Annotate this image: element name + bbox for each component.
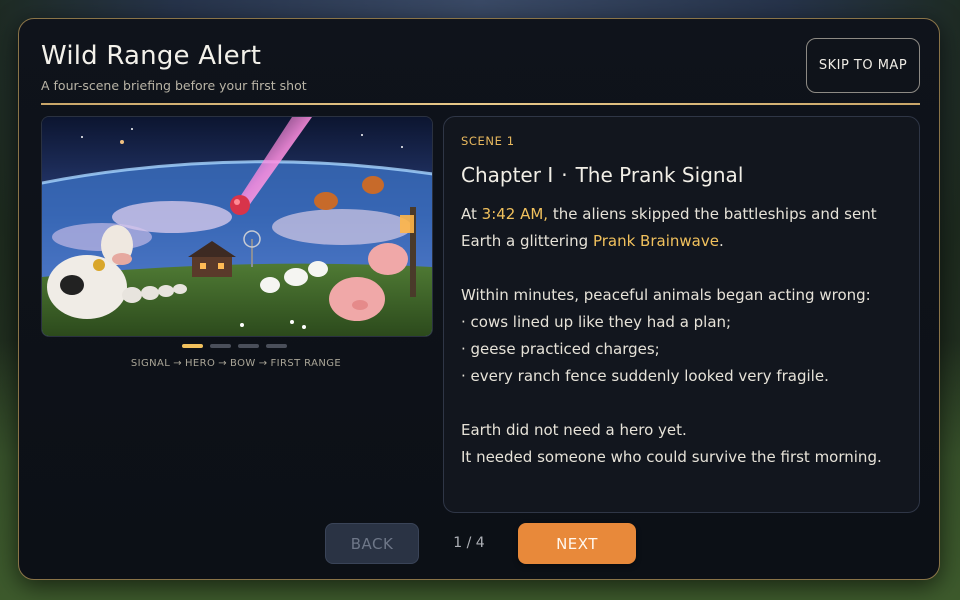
- skip-to-map-button[interactable]: SKIP TO MAP: [806, 38, 920, 93]
- step-bow: BOW: [230, 358, 256, 369]
- page-subtitle: A four-scene briefing before your first …: [41, 78, 307, 93]
- chapter-number: Chapter I: [461, 163, 554, 187]
- story-paragraph-2: Within minutes, peaceful animals began a…: [461, 286, 871, 304]
- arrow-icon: →: [258, 358, 268, 369]
- chapter-separator: ·: [561, 163, 568, 187]
- story-text: .: [718, 232, 724, 250]
- highlight-time: 3:42 AM,: [481, 205, 549, 223]
- story-list-item: · cows lined up like they had a plan;: [461, 313, 732, 331]
- story-paragraph-1: At 3:42 AM, the aliens skipped the battl…: [461, 201, 906, 255]
- step-first-range: FIRST RANGE: [270, 358, 342, 369]
- arrow-icon: →: [218, 358, 228, 369]
- scene-illustration: [41, 116, 433, 337]
- story-paragraph-3-line-2: It needed someone who could survive the …: [461, 448, 882, 466]
- chapter-title: The Prank Signal: [575, 163, 744, 187]
- story-list-item: · every ranch fence suddenly looked very…: [461, 367, 829, 385]
- briefing-panel: Wild Range Alert A four-scene briefing b…: [18, 18, 940, 580]
- progress-dot[interactable]: [238, 344, 259, 348]
- scene-steps: SIGNAL → HERO → BOW → FIRST RANGE: [41, 358, 431, 369]
- story-list-item: · geese practiced charges;: [461, 340, 660, 358]
- story-text: At: [461, 205, 482, 223]
- progress-dot[interactable]: [210, 344, 231, 348]
- highlight-term: Prank Brainwave: [592, 232, 719, 250]
- story-body: At 3:42 AM, the aliens skipped the battl…: [461, 201, 906, 471]
- arrow-icon: →: [173, 358, 182, 369]
- scene-label: SCENE 1: [461, 134, 515, 148]
- story-card: SCENE 1 Chapter I · The Prank Signal At 3:…: [443, 116, 920, 513]
- step-signal: SIGNAL: [130, 358, 171, 369]
- progress-dot[interactable]: [266, 344, 287, 348]
- next-button[interactable]: NEXT: [518, 523, 636, 564]
- story-paragraph-3-line-1: Earth did not need a hero yet.: [461, 421, 687, 439]
- page-title: Wild Range Alert: [41, 41, 262, 71]
- header-divider: [41, 103, 920, 105]
- progress-dot[interactable]: [182, 344, 203, 348]
- step-hero: HERO: [185, 358, 216, 369]
- page-counter: 1 / 4: [453, 535, 485, 551]
- chapter-heading: Chapter I · The Prank Signal: [461, 163, 743, 187]
- back-button[interactable]: BACK: [325, 523, 419, 564]
